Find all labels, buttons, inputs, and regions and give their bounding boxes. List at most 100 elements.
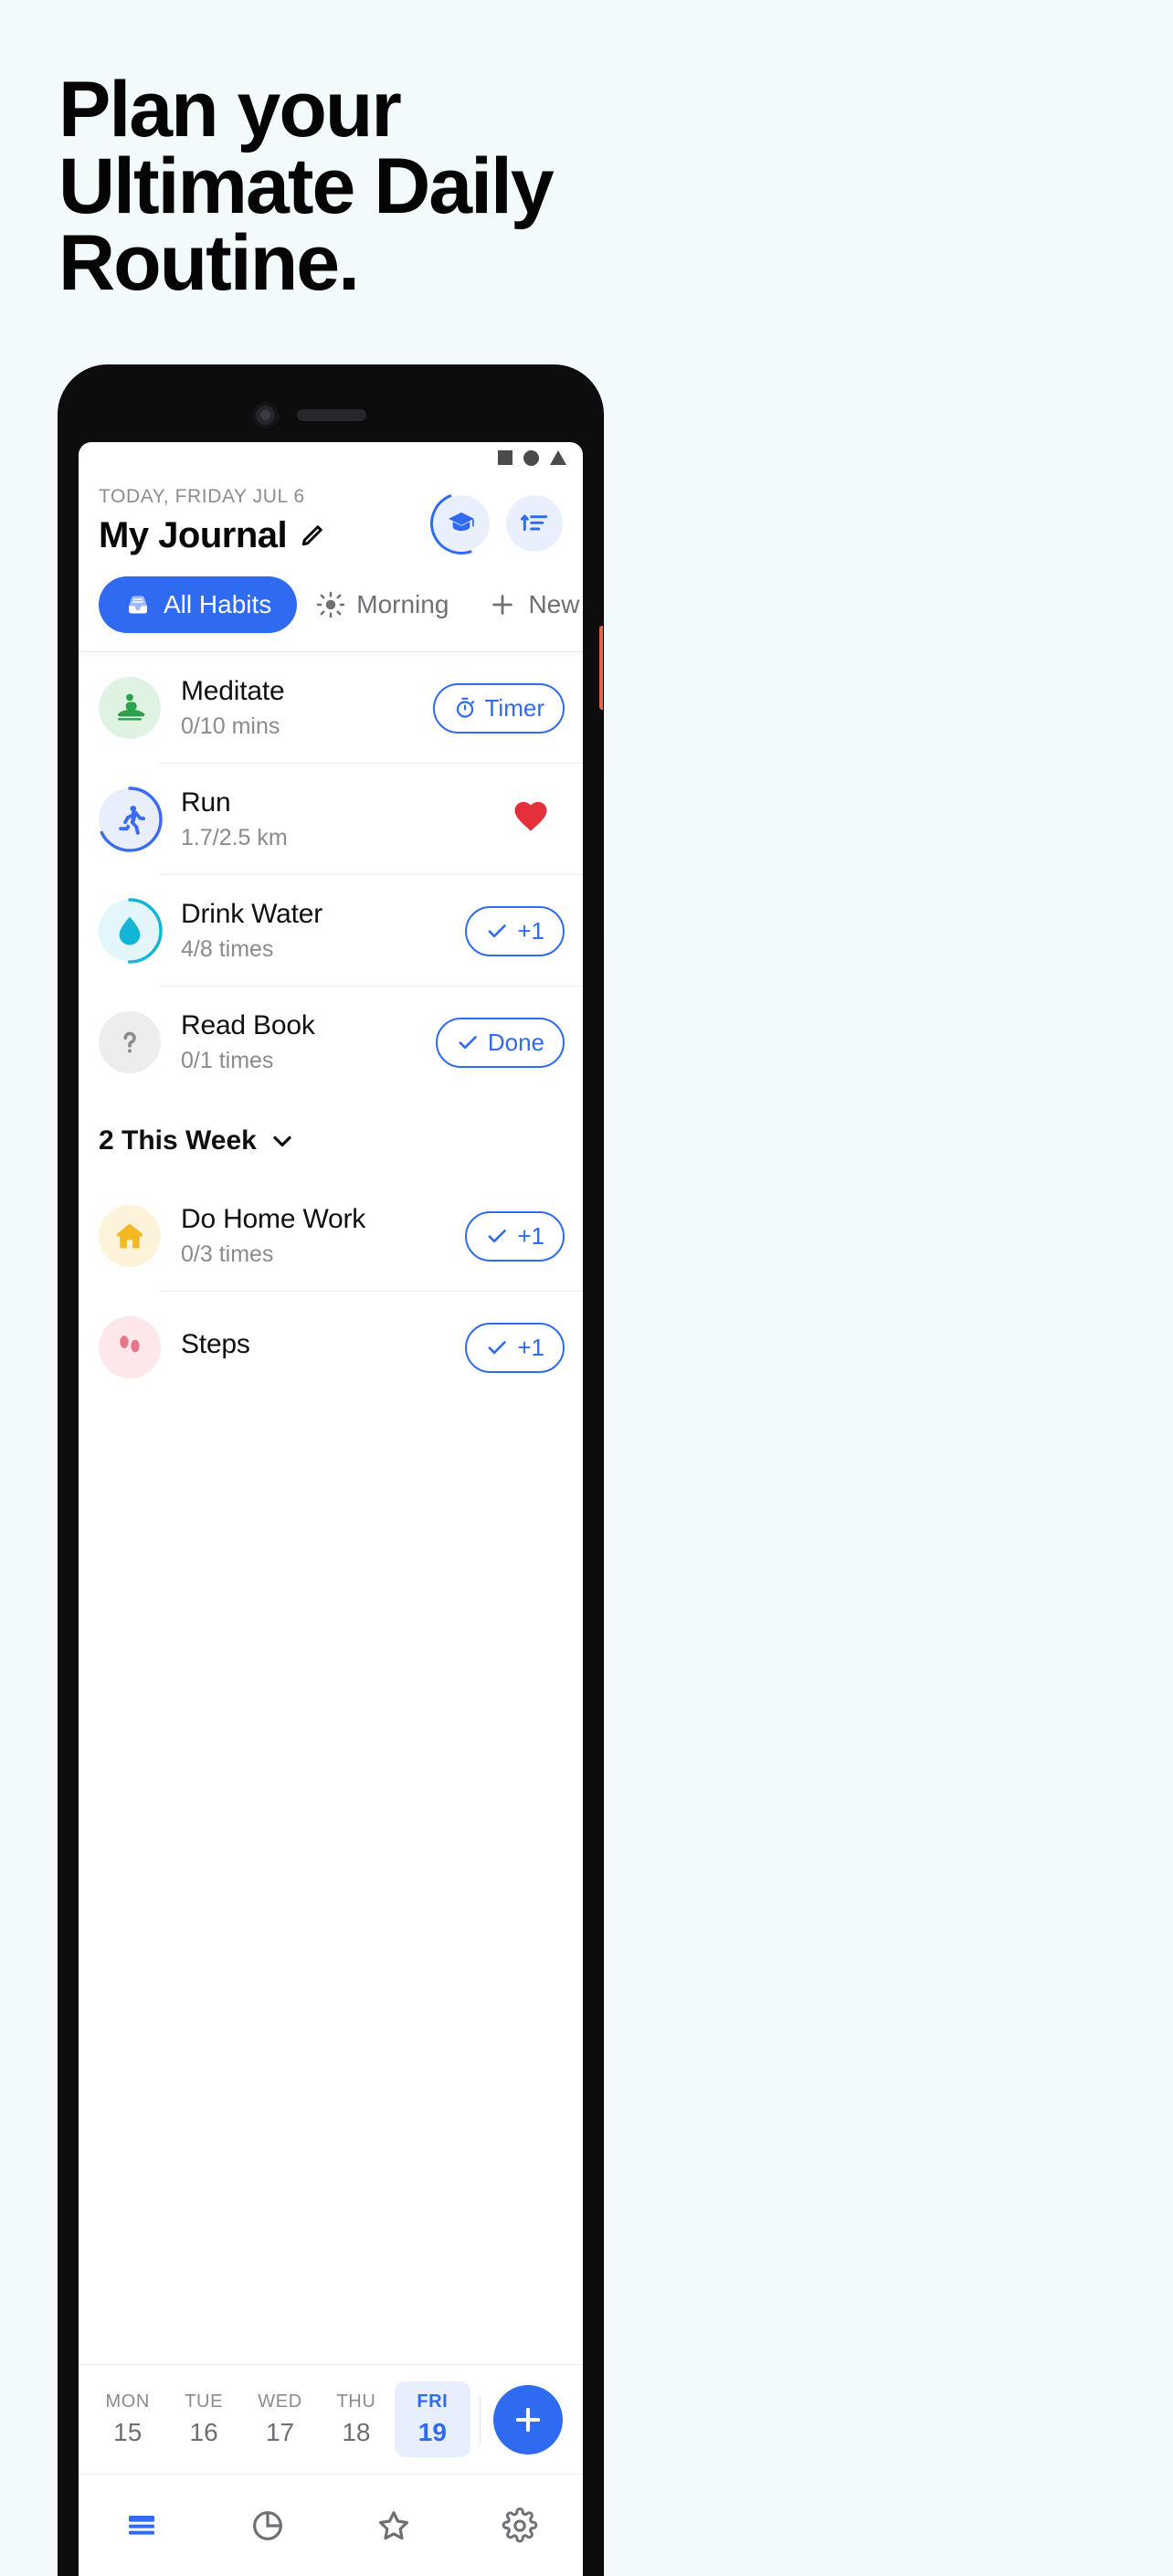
status-bar	[79, 442, 583, 473]
headline-line-3: Routine.	[58, 219, 360, 307]
habit-name: Steps	[181, 1328, 250, 1359]
nav-item-journal[interactable]	[79, 2507, 205, 2544]
increment-button-label: +1	[517, 1221, 544, 1250]
footsteps-icon	[99, 1316, 161, 1378]
tab-all-habits-label: All Habits	[164, 590, 272, 618]
front-camera-icon	[252, 402, 279, 428]
habit-row-drink-water[interactable]: Drink Water 4/8 times +1	[79, 875, 583, 987]
tab-all-habits[interactable]: All Habits	[99, 576, 298, 633]
pie-chart-icon	[253, 2510, 282, 2540]
calendar-weekday: MON	[105, 2391, 150, 2412]
habit-info: Steps	[181, 1329, 465, 1367]
calendar-day-wed[interactable]: WED 17	[242, 2381, 318, 2457]
habit-info: Drink Water 4/8 times	[181, 899, 465, 963]
increment-button[interactable]: +1	[465, 1322, 565, 1373]
habit-action	[512, 798, 550, 841]
habit-progress: 4/8 times	[181, 936, 274, 962]
calendar-weekday: THU	[336, 2391, 376, 2412]
habit-row-steps[interactable]: Steps +1	[79, 1292, 583, 1403]
habit-action: +1	[465, 905, 565, 956]
habit-row-read-book[interactable]: Read Book 0/1 times Done	[79, 987, 583, 1098]
nav-item-challenges[interactable]	[331, 2507, 457, 2544]
sort-button[interactable]	[506, 495, 563, 552]
calendar-date: 18	[342, 2418, 371, 2446]
graduation-cap-button[interactable]	[419, 481, 503, 565]
calendar-date: 17	[265, 2418, 295, 2446]
triangle-icon	[550, 450, 566, 465]
week-habit-list: Do Home Work 0/3 times +1 Steps +1	[79, 1180, 583, 1403]
circle-icon	[523, 449, 539, 466]
tab-morning-label: Morning	[356, 590, 449, 618]
star-icon	[378, 2510, 409, 2539]
phone-mockup: TODAY, FRIDAY JUL 6 My Journal All Habit…	[58, 365, 603, 2576]
calendar-day-mon[interactable]: MON 15	[90, 2381, 165, 2457]
calendar-days: MON 15 TUE 16 WED 17 THU 18 FRI 19	[90, 2381, 471, 2457]
habit-action: Timer	[432, 682, 565, 734]
habit-progress: 0/10 mins	[181, 713, 280, 739]
calendar-strip: MON 15 TUE 16 WED 17 THU 18 FRI 19	[79, 2364, 583, 2474]
habit-action: Done	[435, 1017, 565, 1068]
bottom-nav	[79, 2474, 583, 2576]
section-this-week[interactable]: 2 This Week	[79, 1098, 583, 1180]
calendar-weekday: TUE	[185, 2391, 224, 2412]
nav-item-settings[interactable]	[457, 2507, 583, 2544]
calendar-day-thu[interactable]: THU 18	[318, 2381, 394, 2457]
tab-new[interactable]: New	[469, 576, 583, 633]
runner-icon	[97, 787, 163, 852]
habit-row-meditate[interactable]: Meditate 0/10 mins Timer	[79, 652, 583, 764]
chevron-down-icon	[273, 1135, 291, 1147]
header-actions	[419, 481, 563, 565]
page-title: Plan your Ultimate Daily Routine.	[58, 66, 1063, 307]
habit-filter-tabs: All Habits Morning New	[79, 556, 583, 651]
journal-title: My Journal	[99, 515, 288, 555]
habit-info: Meditate 0/10 mins	[181, 676, 433, 740]
nav-item-stats[interactable]	[205, 2507, 331, 2544]
square-icon	[498, 450, 513, 465]
calendar-weekday: FRI	[417, 2391, 449, 2412]
meditation-icon	[99, 677, 161, 739]
add-habit-button[interactable]	[493, 2384, 563, 2455]
timer-button[interactable]: Timer	[432, 682, 565, 734]
increment-button-label: +1	[517, 916, 544, 945]
headline-line-1: Plan your	[58, 66, 402, 153]
phone-side-button-power	[599, 775, 603, 939]
plus-icon	[515, 2407, 541, 2432]
calendar-day-fri[interactable]: FRI 19	[394, 2381, 471, 2457]
calendar-date: 16	[189, 2418, 218, 2446]
question-mark-icon	[99, 1011, 161, 1073]
section-label: 2 This Week	[99, 1125, 257, 1156]
habit-action: +1	[465, 1210, 565, 1262]
calendar-date: 19	[417, 2418, 447, 2446]
habit-info: Run 1.7/2.5 km	[181, 787, 512, 851]
done-button-label: Done	[487, 1028, 544, 1056]
tab-morning[interactable]: Morning	[297, 576, 469, 633]
habit-info: Do Home Work 0/3 times	[181, 1204, 465, 1268]
heart-icon[interactable]	[512, 801, 550, 840]
increment-button[interactable]: +1	[465, 1210, 565, 1262]
earpiece-speaker	[297, 409, 366, 421]
habit-name: Meditate	[181, 676, 285, 706]
done-button[interactable]: Done	[435, 1017, 565, 1068]
increment-button[interactable]: +1	[465, 905, 565, 956]
pencil-icon[interactable]	[298, 523, 325, 550]
list-icon	[129, 2515, 154, 2535]
phone-screen: TODAY, FRIDAY JUL 6 My Journal All Habit…	[79, 442, 583, 2576]
habit-list: Meditate 0/10 mins Timer Run 1.7/2.5 km …	[79, 652, 583, 1098]
water-drop-icon	[97, 898, 163, 964]
habit-info: Read Book 0/1 times	[181, 1010, 436, 1074]
habit-progress: 0/1 times	[181, 1048, 274, 1073]
home-icon	[99, 1205, 161, 1267]
phone-side-button-orange	[599, 626, 603, 710]
gear-icon	[502, 2507, 538, 2542]
habit-row-do-home-work[interactable]: Do Home Work 0/3 times +1	[79, 1180, 583, 1292]
habit-row-run[interactable]: Run 1.7/2.5 km	[79, 764, 583, 875]
timer-button-label: Timer	[484, 693, 544, 722]
app-header: TODAY, FRIDAY JUL 6 My Journal	[79, 473, 583, 565]
phone-top-bezel	[58, 365, 603, 442]
habit-progress: 1.7/2.5 km	[181, 825, 288, 850]
habit-name: Drink Water	[181, 899, 323, 929]
habit-name: Do Home Work	[181, 1204, 366, 1234]
calendar-day-tue[interactable]: TUE 16	[165, 2381, 241, 2457]
tab-new-label: New	[528, 590, 580, 618]
calendar-separator	[480, 2395, 481, 2444]
